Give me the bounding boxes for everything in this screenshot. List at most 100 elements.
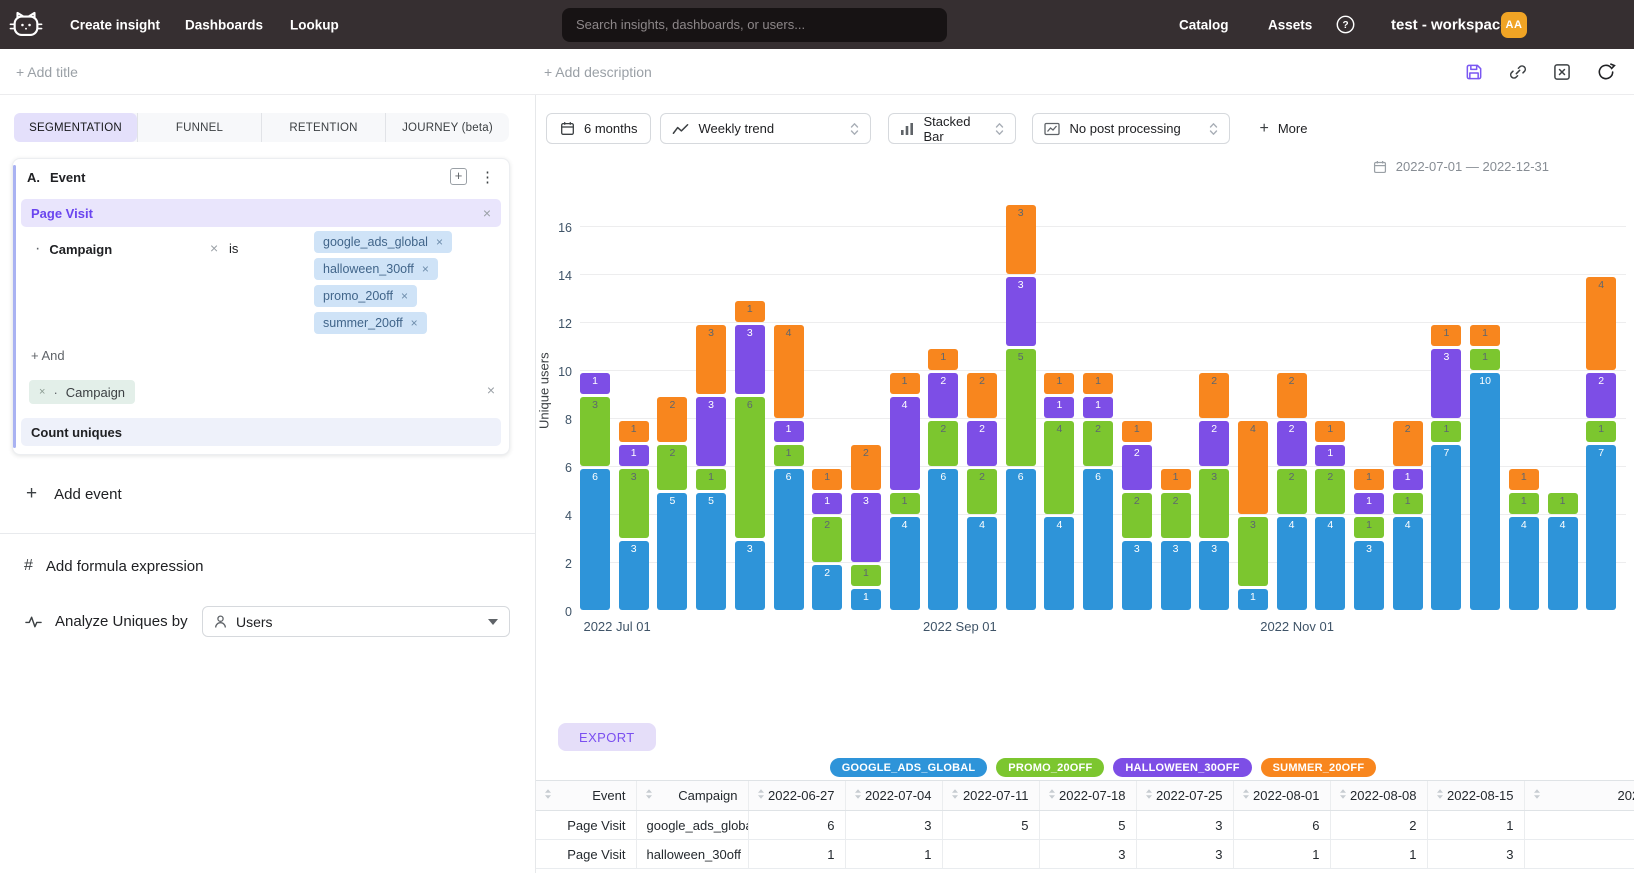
bar-segment[interactable]: 4 — [1044, 421, 1074, 514]
legend-item-promo_20off[interactable]: PROMO_20OFF — [996, 758, 1104, 777]
bar-segment[interactable]: 2 — [1393, 421, 1423, 466]
export-button[interactable]: EXPORT — [558, 723, 656, 751]
bar-segment[interactable]: 1 — [1083, 397, 1113, 418]
bar-segment[interactable]: 1 — [580, 373, 610, 394]
save-icon[interactable] — [1464, 62, 1484, 82]
nav-dashboards[interactable]: Dashboards — [185, 17, 263, 32]
tab-journey-beta[interactable]: JOURNEY (beta) — [385, 113, 509, 142]
bar-segment[interactable]: 2 — [851, 445, 881, 490]
column-header[interactable]: 2022-06-27 — [748, 781, 845, 811]
bar-segment[interactable]: 2 — [1122, 493, 1152, 538]
bar-segment[interactable]: 3 — [1161, 541, 1191, 610]
column-header[interactable]: Campaign — [636, 781, 748, 811]
tab-retention[interactable]: RETENTION — [261, 113, 385, 142]
bar-segment[interactable]: 2 — [928, 421, 958, 466]
breakdown-chip[interactable]: × · Campaign — [29, 380, 135, 404]
analyze-by-select[interactable]: Users — [202, 606, 510, 637]
bar-segment[interactable]: 3 — [619, 469, 649, 538]
bar-segment[interactable]: 3 — [735, 541, 765, 610]
bar-segment[interactable]: 3 — [851, 493, 881, 562]
bar-segment[interactable]: 3 — [1122, 541, 1152, 610]
bar-segment[interactable]: 1 — [851, 589, 881, 610]
bar-segment[interactable]: 5 — [696, 493, 726, 610]
bar-segment[interactable]: 3 — [696, 397, 726, 466]
bar-segment[interactable]: 1 — [1315, 421, 1345, 442]
sort-icon[interactable] — [645, 788, 653, 803]
sort-icon[interactable] — [1533, 788, 1541, 803]
bar-segment[interactable]: 1 — [1354, 517, 1384, 538]
sort-icon[interactable] — [1145, 788, 1153, 803]
sort-icon[interactable] — [1048, 788, 1056, 803]
bar-segment[interactable]: 3 — [1006, 205, 1036, 274]
sort-icon[interactable] — [544, 788, 552, 803]
link-icon[interactable] — [1508, 62, 1528, 82]
bar-segment[interactable]: 4 — [1548, 517, 1578, 610]
cat-logo-icon[interactable] — [8, 7, 44, 43]
filter-value-chip[interactable]: google_ads_global× — [314, 231, 452, 253]
bar-segment[interactable]: 2 — [1586, 373, 1616, 418]
filter-value-chip[interactable]: halloween_30off× — [314, 258, 438, 280]
bar-segment[interactable]: 1 — [1393, 493, 1423, 514]
bar-segment[interactable]: 2 — [967, 421, 997, 466]
bar-segment[interactable]: 2 — [812, 565, 842, 610]
bar-segment[interactable]: 1 — [1470, 325, 1500, 346]
tab-segmentation[interactable]: SEGMENTATION — [14, 113, 137, 142]
nav-lookup[interactable]: Lookup — [290, 17, 339, 32]
bar-segment[interactable]: 6 — [774, 469, 804, 610]
bar-segment[interactable]: 3 — [1431, 349, 1461, 418]
column-header[interactable]: 2022-07-04 — [845, 781, 942, 811]
bar-segment[interactable]: 3 — [1354, 541, 1384, 610]
bar-segment[interactable]: 7 — [1431, 445, 1461, 610]
search-input[interactable] — [562, 8, 947, 42]
bar-segment[interactable]: 3 — [735, 325, 765, 394]
bar-segment[interactable]: 4 — [1277, 517, 1307, 610]
bar-segment[interactable]: 2 — [1083, 421, 1113, 466]
legend-item-summer_20off[interactable]: SUMMER_20OFF — [1261, 758, 1377, 777]
bar-segment[interactable]: 2 — [812, 517, 842, 562]
bar-segment[interactable]: 3 — [580, 397, 610, 466]
sort-icon[interactable] — [757, 788, 765, 803]
bar-segment[interactable]: 4 — [774, 325, 804, 418]
clear-breakdown-icon[interactable]: × — [487, 382, 495, 398]
bar-segment[interactable]: 1 — [851, 565, 881, 586]
remove-value-icon[interactable]: × — [436, 235, 443, 249]
bar-segment[interactable]: 1 — [1315, 445, 1345, 466]
bar-segment[interactable]: 4 — [1044, 517, 1074, 610]
add-formula-button[interactable]: # Add formula expression — [24, 557, 204, 575]
bar-segment[interactable]: 2 — [1199, 421, 1229, 466]
bar-segment[interactable]: 4 — [1393, 517, 1423, 610]
add-filter-button[interactable]: + — [450, 168, 467, 185]
remove-event-icon[interactable]: × — [483, 205, 491, 221]
bar-segment[interactable]: 4 — [1315, 517, 1345, 610]
tab-funnel[interactable]: FUNNEL — [137, 113, 261, 142]
remove-value-icon[interactable]: × — [422, 262, 429, 276]
workspace-name[interactable]: test - workspace — [1391, 16, 1509, 33]
column-header[interactable]: 2022-08-08 — [1330, 781, 1427, 811]
remove-filter-icon[interactable]: × — [210, 240, 218, 256]
bar-segment[interactable]: 3 — [619, 541, 649, 610]
close-square-icon[interactable] — [1552, 62, 1572, 82]
bar-segment[interactable]: 1 — [1431, 325, 1461, 346]
bar-segment[interactable]: 1 — [1122, 421, 1152, 442]
column-header[interactable]: 2022-07-11 — [942, 781, 1039, 811]
bar-segment[interactable]: 4 — [1586, 277, 1616, 370]
column-header[interactable]: 2022-07-18 — [1039, 781, 1136, 811]
date-range-button[interactable]: 6 months — [546, 113, 651, 144]
sort-icon[interactable] — [951, 788, 959, 803]
add-and-condition[interactable]: + And — [31, 348, 65, 363]
bar-segment[interactable]: 1 — [619, 445, 649, 466]
bar-segment[interactable]: 2 — [967, 469, 997, 514]
bar-segment[interactable]: 1 — [1509, 469, 1539, 490]
bar-segment[interactable]: 6 — [928, 469, 958, 610]
bar-segment[interactable]: 4 — [890, 397, 920, 490]
column-header[interactable]: 2022-07-25 — [1136, 781, 1233, 811]
avatar[interactable]: AA — [1501, 12, 1527, 38]
remove-breakdown-icon[interactable]: × — [39, 386, 45, 398]
legend-item-halloween_30off[interactable]: HALLOWEEN_30OFF — [1113, 758, 1251, 777]
bar-segment[interactable]: 2 — [967, 373, 997, 418]
event-menu-icon[interactable]: ⋮ — [480, 168, 495, 186]
bar-segment[interactable]: 1 — [1083, 373, 1113, 394]
bar-segment[interactable]: 2 — [1277, 421, 1307, 466]
chart-type-select[interactable]: Stacked Bar — [888, 113, 1016, 144]
column-header[interactable]: 2022-08-01 — [1233, 781, 1330, 811]
